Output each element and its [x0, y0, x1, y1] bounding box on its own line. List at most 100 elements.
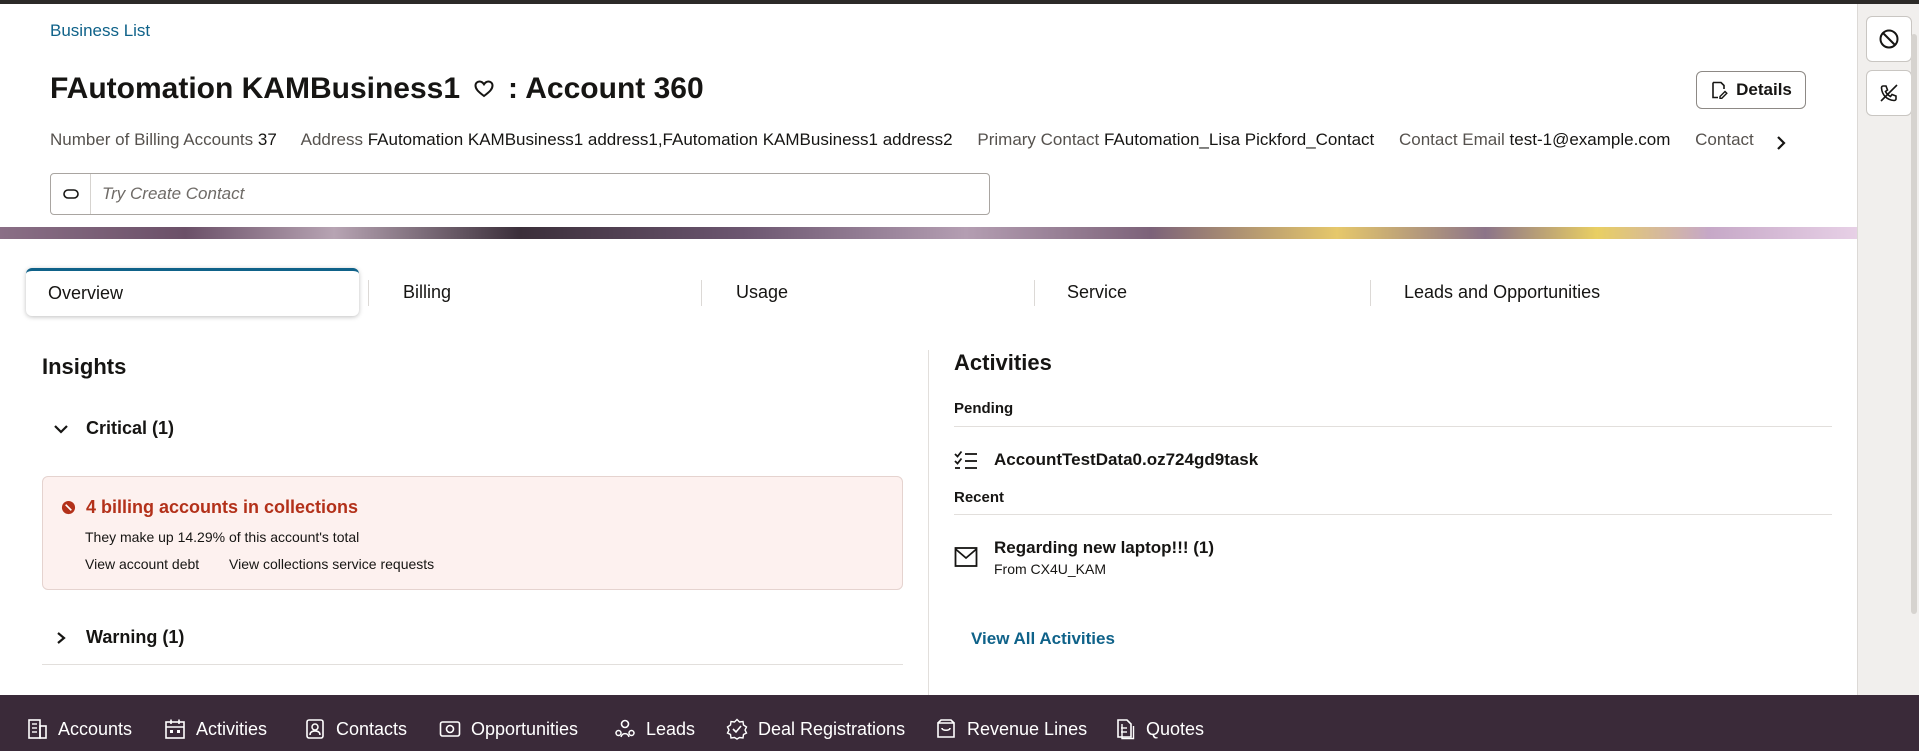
nav-opportunities[interactable]: Opportunities [439, 695, 578, 751]
insights-divider [42, 664, 903, 665]
details-button[interactable]: Details [1696, 71, 1806, 109]
meta-label-billing-accounts: Number of Billing Accounts [50, 130, 254, 149]
top-border [0, 0, 1919, 4]
tab-usage[interactable]: Usage [736, 268, 788, 316]
badge-check-icon [726, 718, 748, 740]
meta-value-contact-email: test-1@example.com [1509, 130, 1671, 149]
pending-task-title: AccountTestData0.oz724gd9task [994, 450, 1259, 469]
tab-separator [1034, 280, 1035, 306]
activities-heading: Activities [954, 350, 1052, 375]
tab-separator [368, 280, 369, 306]
recent-divider [954, 514, 1832, 515]
pending-task-item[interactable]: AccountTestData0.oz724gd9task [954, 450, 1258, 470]
tab-billing-label: Billing [403, 281, 452, 302]
insight-card-title: 4 billing accounts in collections [61, 497, 358, 518]
nav-accounts[interactable]: Accounts [26, 695, 132, 751]
nav-leads[interactable]: Leads [614, 695, 695, 751]
nav-deal-registrations[interactable]: Deal Registrations [726, 695, 905, 751]
critical-label: Critical (1) [86, 418, 175, 438]
bottom-navigation: Accounts Activities Contacts Opportuniti… [0, 695, 1919, 751]
nav-activities[interactable]: Activities [164, 695, 267, 751]
nav-revenue-lines-label: Revenue Lines [967, 718, 1088, 739]
account-name: FAutomation KAMBusiness1 [50, 72, 461, 105]
nav-revenue-lines[interactable]: Revenue Lines [935, 695, 1087, 751]
favorite-heart-icon[interactable] [472, 77, 496, 101]
summary-next-button[interactable] [1766, 128, 1796, 158]
error-circle-icon [61, 500, 76, 515]
tab-bar: Overview Billing Usage Service Leads and… [26, 268, 1856, 316]
warning-toggle[interactable]: Warning (1) [52, 627, 184, 648]
nav-contacts-label: Contacts [336, 718, 408, 739]
warning-label: Warning (1) [86, 627, 185, 647]
tab-billing[interactable]: Billing [403, 268, 451, 316]
block-icon [1879, 29, 1899, 49]
nav-accounts-label: Accounts [58, 718, 133, 739]
tab-separator [1370, 280, 1371, 306]
nav-contacts[interactable]: Contacts [304, 695, 407, 751]
tab-overview[interactable]: Overview [26, 268, 359, 316]
no-call-button[interactable] [1866, 70, 1912, 116]
view-account-debt-link[interactable]: View account debt [85, 556, 199, 572]
page-scrollbar[interactable] [1911, 34, 1917, 614]
meta-label-primary-contact: Primary Contact [977, 130, 1100, 149]
recent-label: Recent [954, 489, 1005, 506]
critical-insight-card: 4 billing accounts in collections They m… [42, 476, 903, 590]
ask-create-bar[interactable] [50, 173, 990, 215]
revenue-icon [935, 718, 957, 740]
account-summary-strip: Number of Billing Accounts 37 Address FA… [50, 130, 1757, 156]
breadcrumb-business-list[interactable]: Business List [50, 21, 150, 41]
tab-service[interactable]: Service [1067, 268, 1127, 316]
chevron-down-icon [54, 424, 68, 434]
right-rail [1857, 4, 1919, 695]
meta-value-billing-accounts: 37 [257, 130, 277, 149]
recent-email-item[interactable]: Regarding new laptop!!! (1) From CX4U_KA… [954, 538, 1214, 577]
pending-divider [954, 426, 1832, 427]
critical-toggle[interactable]: Critical (1) [52, 418, 174, 439]
tab-service-label: Service [1067, 281, 1128, 302]
nav-quotes-label: Quotes [1146, 718, 1205, 739]
ask-create-input[interactable] [91, 184, 971, 204]
view-all-activities-link[interactable]: View All Activities [971, 629, 1115, 649]
quote-doc-icon [1114, 718, 1136, 740]
calendar-icon [164, 718, 186, 740]
details-button-label: Details [1736, 80, 1792, 99]
pending-label: Pending [954, 400, 1014, 417]
block-button[interactable] [1866, 16, 1912, 62]
chevron-right-icon [1777, 136, 1786, 150]
meta-label-contact-email: Contact Email [1398, 130, 1505, 149]
recent-email-title: Regarding new laptop!!! (1) [994, 538, 1215, 557]
contact-card-icon [304, 718, 326, 740]
nav-leads-label: Leads [646, 718, 696, 739]
nav-deal-registrations-label: Deal Registrations [758, 718, 906, 739]
insights-heading: Insights [42, 354, 127, 379]
pill-oval-icon [62, 189, 79, 199]
edit-document-icon [1712, 81, 1728, 99]
opportunity-icon [439, 718, 461, 740]
recent-email-sender: From CX4U_KAM [994, 561, 1107, 577]
nav-opportunities-label: Opportunities [471, 718, 579, 739]
building-icon [26, 718, 48, 740]
meta-label-address: Address [300, 130, 363, 149]
insight-card-title-text: 4 billing accounts in collections [86, 497, 359, 517]
recent-email-text: Regarding new laptop!!! (1) From CX4U_KA… [994, 538, 1214, 577]
nav-activities-label: Activities [196, 718, 268, 739]
assistant-icon-wrap [51, 174, 91, 214]
tab-leads-opportunities[interactable]: Leads and Opportunities [1404, 268, 1600, 316]
view-collections-requests-link[interactable]: View collections service requests [229, 556, 434, 572]
tab-leads-opportunities-label: Leads and Opportunities [1404, 281, 1601, 302]
meta-value-primary-contact: FAutomation_Lisa Pickford_Contact [1103, 130, 1375, 149]
meta-value-address: FAutomation KAMBusiness1 address1,FAutom… [367, 130, 953, 149]
nav-quotes[interactable]: Quotes [1114, 695, 1204, 751]
task-list-icon [954, 450, 977, 469]
envelope-icon [954, 547, 978, 567]
leads-icon [614, 718, 636, 740]
tab-usage-label: Usage [736, 281, 789, 302]
decorative-banner [0, 227, 1857, 239]
meta-label-contact: Contact [1695, 130, 1754, 149]
page-title-suffix: : Account 360 [508, 72, 704, 105]
phone-off-icon [1880, 84, 1898, 102]
insight-card-description: They make up 14.29% of this account's to… [85, 529, 360, 545]
column-divider [928, 350, 929, 695]
chevron-right-icon [57, 631, 66, 644]
tab-separator [701, 280, 702, 306]
